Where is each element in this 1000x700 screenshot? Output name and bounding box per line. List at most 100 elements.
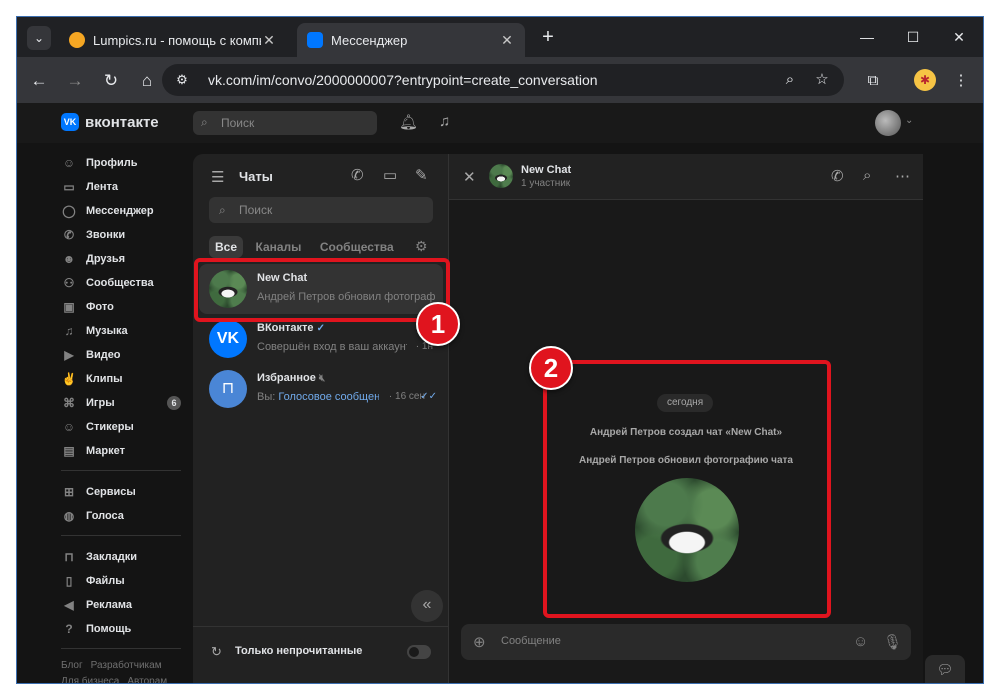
sidebar-item-services[interactable]: ⊞ Сервисы: [61, 480, 191, 504]
new-call-icon[interactable]: ✆: [351, 166, 364, 184]
sidebar-item-label: Сообщества: [86, 277, 154, 289]
message-composer[interactable]: ⊕ Сообщение ☺ 🎙︎: [461, 624, 911, 660]
sidebar-item-ads[interactable]: ◀ Реклама: [61, 593, 191, 617]
services-icon: ⊞: [63, 485, 75, 499]
notifications-bell-icon[interactable]: 🔔︎: [399, 113, 418, 131]
sidebar-item-feed[interactable]: ▭ Лента: [61, 175, 191, 199]
gear-icon[interactable]: ⚙: [415, 238, 428, 255]
sidebar-item-photo[interactable]: ▣ Фото: [61, 295, 191, 319]
message-input-placeholder[interactable]: Сообщение: [501, 635, 561, 647]
filter-communities[interactable]: Сообщества: [314, 236, 400, 258]
conversation-members[interactable]: 1 участник: [521, 178, 570, 189]
refresh-icon: ↻: [211, 644, 222, 659]
profile-extension-icon[interactable]: ✱: [914, 69, 936, 91]
sidebar-item-friends[interactable]: ☻ Друзья: [61, 247, 191, 271]
sidebar-item-messenger[interactable]: ◯ Мессенджер: [61, 199, 191, 223]
sidebar-item-help[interactable]: ? Помощь: [61, 617, 191, 641]
archive-icon[interactable]: ▭: [383, 166, 397, 184]
bookmark-icon: ⊓: [209, 370, 247, 408]
user-avatar[interactable]: [875, 110, 901, 136]
vk-brand-name[interactable]: вконтакте: [85, 114, 159, 131]
sidebar-item-stickers[interactable]: ☺ Стикеры: [61, 415, 191, 439]
tab-messenger[interactable]: Мессенджер ✕: [297, 23, 525, 57]
annotation-box-2: [543, 360, 831, 618]
compose-icon[interactable]: ✎: [415, 166, 428, 184]
address-bar[interactable]: ⚙ vk.com/im/convo/2000000007?entrypoint=…: [162, 64, 844, 96]
conversation-avatar[interactable]: [489, 164, 513, 188]
sidebar-item-label: Профиль: [86, 157, 138, 169]
tab-search-button[interactable]: ⌄: [27, 26, 51, 50]
sidebar-item-files[interactable]: ▯ Файлы: [61, 569, 191, 593]
vk-logo-icon[interactable]: VK: [61, 113, 79, 131]
sidebar-item-bookmarks[interactable]: ⊓ Закладки: [61, 545, 191, 569]
tab-title: Lumpics.ru - помощь с компьютером: [93, 32, 261, 48]
filter-channels[interactable]: Каналы: [249, 236, 307, 258]
sidebar-item-communities[interactable]: ⚇ Сообщества: [61, 271, 191, 295]
sidebar-item-phone[interactable]: ✆ Звонки: [61, 223, 191, 247]
chat-search-input[interactable]: ⌕ Поиск: [209, 197, 433, 223]
friends-icon: ☻: [62, 252, 76, 266]
vk-search-input[interactable]: ⌕ Поиск: [193, 111, 377, 135]
extensions-icon[interactable]: ⧉: [861, 69, 885, 93]
site-info-icon[interactable]: ⚙: [172, 70, 192, 90]
maximize-icon[interactable]: ☐: [899, 26, 927, 48]
footer-link[interactable]: Блог: [61, 660, 83, 671]
reload-icon[interactable]: ↻: [99, 69, 123, 93]
footer-link[interactable]: Разработчикам: [91, 660, 162, 671]
music-note-icon[interactable]: ♫: [439, 113, 450, 130]
browser-menu-icon[interactable]: ⋮: [949, 69, 973, 93]
more-options-icon[interactable]: ⋯: [895, 167, 910, 185]
sidebar-item-label: Закладки: [86, 551, 138, 563]
unread-only-toggle[interactable]: [407, 645, 431, 659]
floating-chat-icon[interactable]: 💬︎: [925, 655, 965, 683]
sidebar-item-music[interactable]: ♫ Музыка: [61, 319, 191, 343]
emoji-icon[interactable]: ☺: [853, 633, 868, 650]
tab-lumpics[interactable]: Lumpics.ru - помощь с компьютером ✕: [59, 23, 287, 57]
hamburger-menu-icon[interactable]: ☰: [211, 168, 224, 186]
sidebar-item-market[interactable]: ▤ Маркет: [61, 439, 191, 463]
sidebar-item-profile[interactable]: ☺ Профиль: [61, 151, 191, 175]
sidebar-item-games[interactable]: ⌘ Игры 6: [61, 391, 191, 415]
votes-icon: ◍: [63, 509, 75, 523]
close-tab-icon[interactable]: ✕: [499, 32, 515, 49]
footer-link[interactable]: Для бизнеса: [61, 676, 119, 683]
clips-icon: ✌: [61, 372, 77, 386]
home-icon[interactable]: ⌂: [135, 69, 159, 93]
chat-preview: Вы: Голосовое сообщение: [257, 391, 379, 403]
sidebar-item-votes[interactable]: ◍ Голоса: [61, 504, 191, 528]
minimize-icon[interactable]: —: [853, 26, 881, 48]
search-icon[interactable]: ⌕: [863, 167, 871, 184]
microphone-icon[interactable]: 🎙︎: [883, 633, 902, 651]
new-tab-button[interactable]: +: [537, 26, 559, 48]
collapse-panel-button[interactable]: «: [411, 590, 443, 622]
chat-name: Избранное 🔇︎: [257, 372, 326, 384]
forward-icon[interactable]: →: [63, 69, 87, 93]
chat-item-favorites[interactable]: ⊓ Избранное 🔇︎ Вы: Голосовое сообщение ·…: [199, 364, 443, 414]
tab-title: Мессенджер: [331, 32, 408, 48]
sidebar-item-video[interactable]: ▶ Видео: [61, 343, 191, 367]
close-tab-icon[interactable]: ✕: [261, 32, 277, 49]
read-checkmarks-icon: ✓✓: [420, 391, 437, 402]
toggle-knob: [409, 647, 419, 657]
phone-icon[interactable]: ✆: [831, 167, 844, 185]
sidebar-item-clips[interactable]: ✌ Клипы: [61, 367, 191, 391]
chat-search-placeholder: Поиск: [239, 203, 273, 217]
zoom-icon[interactable]: ⌕: [780, 70, 800, 90]
sidebar-item-label: Видео: [86, 349, 121, 361]
conversation-title[interactable]: New Chat: [521, 164, 571, 176]
annotation-number-2: 2: [529, 346, 573, 390]
close-window-icon[interactable]: ✕: [945, 26, 973, 48]
sidebar-divider: [61, 470, 181, 471]
sidebar-item-label: Клипы: [86, 373, 123, 385]
bookmark-star-icon[interactable]: ☆: [812, 70, 832, 90]
sidebar-item-label: Сервисы: [86, 486, 136, 498]
filter-all[interactable]: Все: [209, 236, 244, 258]
vk-logo-icon: VK: [209, 320, 247, 358]
footer-link[interactable]: Авторам: [127, 676, 167, 683]
attach-plus-icon[interactable]: ⊕: [473, 633, 486, 651]
url-text[interactable]: vk.com/im/convo/2000000007?entrypoint=cr…: [208, 72, 598, 88]
back-icon[interactable]: ←: [27, 69, 51, 93]
ads-icon: ◀: [64, 598, 74, 612]
close-icon[interactable]: ✕: [463, 168, 476, 186]
chevron-down-icon[interactable]: ⌄: [905, 115, 913, 126]
